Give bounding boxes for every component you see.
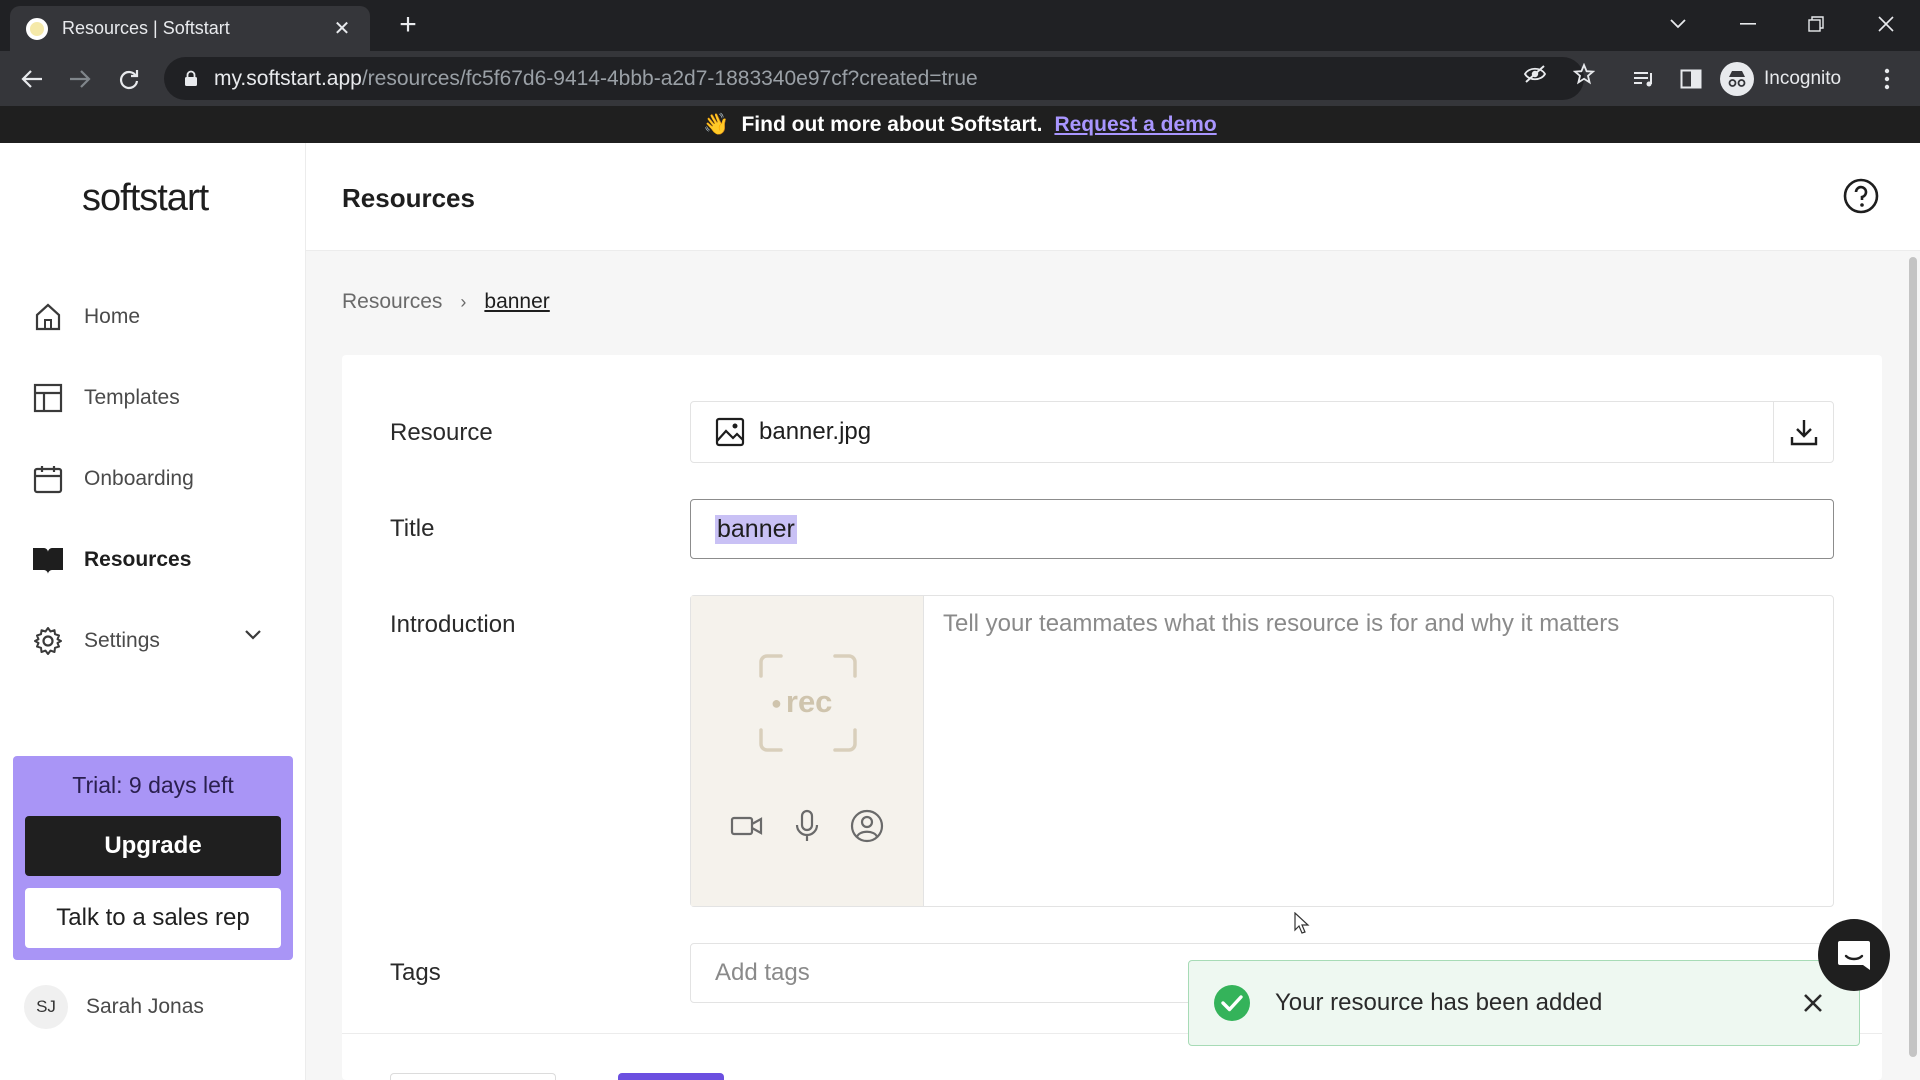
introduction-editor[interactable]: ● rec Tell your teammates what this resou… xyxy=(690,595,1834,907)
toast-message: Your resource has been added xyxy=(1275,989,1603,1016)
profile-button[interactable]: Incognito xyxy=(1720,57,1841,100)
home-icon xyxy=(32,301,64,333)
templates-icon xyxy=(32,382,64,414)
user-menu[interactable]: SJ Sarah Jonas xyxy=(24,985,204,1029)
lock-icon xyxy=(185,70,197,86)
close-window-button[interactable] xyxy=(1862,8,1910,40)
chevron-down-icon[interactable] xyxy=(244,629,262,641)
breadcrumb-current[interactable]: banner xyxy=(484,290,549,314)
breadcrumb-separator: › xyxy=(460,291,467,312)
sidebar-item-label: Home xyxy=(84,305,141,328)
chat-icon xyxy=(1838,941,1870,970)
sidebar-item-onboarding[interactable]: Onboarding xyxy=(32,457,282,501)
resource-label: Resource xyxy=(390,419,493,446)
profile-label: Incognito xyxy=(1764,67,1842,89)
primary-button[interactable] xyxy=(618,1073,724,1080)
announcement-bar: 👋 Find out more about Softstart. Request… xyxy=(0,106,1920,143)
eye-off-icon[interactable] xyxy=(1520,59,1550,89)
title-value: banner xyxy=(715,514,797,544)
mouse-cursor-icon xyxy=(1294,912,1310,934)
resource-file-field[interactable]: banner.jpg xyxy=(690,401,1834,463)
title-label: Title xyxy=(390,515,435,542)
wave-icon: 👋 xyxy=(703,112,730,136)
close-tab-icon[interactable]: ✕ xyxy=(330,16,354,41)
upgrade-button[interactable]: Upgrade xyxy=(25,816,281,876)
url-host: my.softstart.app xyxy=(214,66,362,90)
download-icon xyxy=(1790,420,1817,446)
title-input[interactable]: banner xyxy=(690,499,1834,559)
browser-tab[interactable]: Resources | Softstart ✕ xyxy=(10,6,370,51)
restore-button[interactable] xyxy=(1792,8,1840,40)
secondary-button[interactable] xyxy=(390,1073,556,1080)
favicon-icon xyxy=(26,17,48,40)
sidebar-item-label: Templates xyxy=(84,386,180,409)
tab-title: Resources | Softstart xyxy=(62,18,230,38)
introduction-placeholder: Tell your teammates what this resource i… xyxy=(943,610,1620,637)
breadcrumb-resources-link[interactable]: Resources xyxy=(342,290,442,314)
bookmark-star-icon[interactable] xyxy=(1569,59,1599,89)
softstart-logo[interactable]: softstart xyxy=(82,177,209,220)
sidebar-item-resources[interactable]: Resources xyxy=(32,538,282,582)
tags-label: Tags xyxy=(390,959,441,986)
user-name: Sarah Jonas xyxy=(86,995,204,1018)
avatar: SJ xyxy=(24,985,68,1029)
book-icon xyxy=(32,544,64,576)
breadcrumb: Resources › banner xyxy=(342,290,550,314)
chat-launcher-button[interactable] xyxy=(1818,919,1890,991)
browser-tab-bar: Resources | Softstart ✕ + xyxy=(0,0,1920,51)
rec-label: ● rec xyxy=(771,684,833,719)
image-icon xyxy=(715,417,745,447)
toast-close-button[interactable] xyxy=(1793,983,1833,1023)
sidebar-item-label: Settings xyxy=(84,629,160,652)
recording-panel: ● rec xyxy=(691,596,924,906)
address-bar[interactable]: my.softstart.app/resources/fc5f67d6-9414… xyxy=(164,57,1584,100)
trial-panel: Trial: 9 days left Upgrade Talk to a sal… xyxy=(13,756,293,960)
download-button[interactable] xyxy=(1773,401,1833,463)
introduction-label: Introduction xyxy=(390,611,516,638)
browser-menu-icon[interactable] xyxy=(1870,62,1904,96)
sidebar-item-label: Onboarding xyxy=(84,467,194,490)
check-circle-icon xyxy=(1214,985,1250,1021)
announcement-text: Find out more about Softstart. xyxy=(741,112,1043,136)
minimize-button[interactable] xyxy=(1724,8,1772,40)
main-content: Resources Resources › banner Resource ba… xyxy=(306,143,1920,1080)
microphone-icon[interactable] xyxy=(789,808,825,844)
person-circle-icon[interactable] xyxy=(849,808,885,844)
forward-button[interactable] xyxy=(63,62,97,96)
close-icon xyxy=(1804,994,1822,1012)
media-queue-icon[interactable] xyxy=(1627,62,1661,96)
scrollbar[interactable] xyxy=(1906,251,1920,1080)
sidebar-item-templates[interactable]: Templates xyxy=(32,376,282,420)
new-tab-button[interactable]: + xyxy=(392,10,424,42)
sidebar-item-settings[interactable]: Settings xyxy=(32,619,282,663)
help-icon[interactable] xyxy=(1842,177,1880,215)
request-demo-link[interactable]: Request a demo xyxy=(1054,113,1216,137)
sidebar: softstart Home Templates Onboarding Reso… xyxy=(0,143,306,1080)
url-path: /resources/fc5f67d6-9414-4bbb-a2d7-18833… xyxy=(361,66,978,90)
calendar-icon xyxy=(32,463,64,495)
page-title: Resources xyxy=(342,183,475,213)
video-camera-icon[interactable] xyxy=(729,808,765,844)
scrollbar-thumb[interactable] xyxy=(1909,257,1917,1057)
reload-button[interactable] xyxy=(112,62,146,96)
resource-filename: banner.jpg xyxy=(759,418,872,445)
back-button[interactable] xyxy=(15,62,49,96)
talk-to-sales-button[interactable]: Talk to a sales rep xyxy=(25,888,281,948)
sidebar-item-home[interactable]: Home xyxy=(32,295,282,339)
gear-icon xyxy=(32,625,64,657)
trial-status: Trial: 9 days left xyxy=(72,772,234,798)
side-panel-icon[interactable] xyxy=(1674,62,1708,96)
tab-search-icon[interactable] xyxy=(1654,8,1702,40)
sidebar-item-label: Resources xyxy=(84,548,192,571)
browser-toolbar: my.softstart.app/resources/fc5f67d6-9414… xyxy=(0,51,1920,106)
incognito-icon xyxy=(1720,61,1754,96)
success-toast: Your resource has been added xyxy=(1188,960,1860,1046)
page-header: Resources xyxy=(306,143,1920,251)
